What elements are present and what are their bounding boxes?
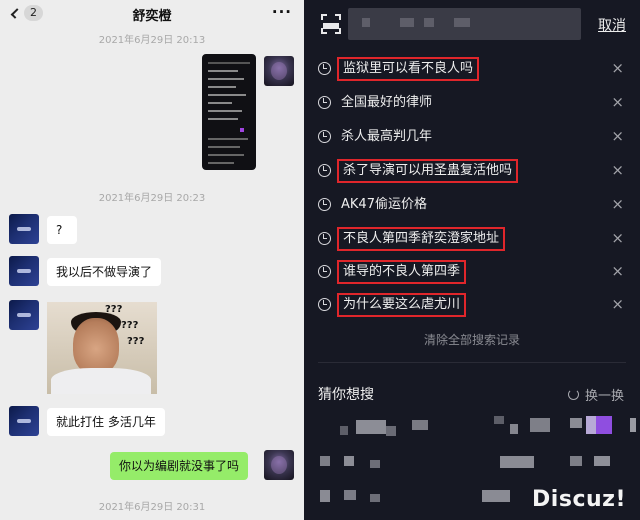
avatar-contact[interactable] [9,256,39,286]
avatar-self[interactable] [264,450,294,480]
meme-caption: ??? [127,336,145,347]
search-panel: 取消 监狱里可以看不良人吗 × 全国最好的律师 × 杀人最高判几年 × 杀了导演… [304,0,640,520]
avatar-contact[interactable] [9,300,39,330]
close-icon[interactable]: × [611,229,624,247]
message-bubble-self[interactable]: 你以为编剧就没事了吗 [110,452,249,480]
close-icon[interactable]: × [611,262,624,280]
screenshot-image-message[interactable] [202,54,256,170]
blurred-query [424,18,434,27]
clock-icon [318,298,331,311]
history-item[interactable]: 谁导的不良人第四季 × [304,257,640,287]
history-text: 杀人最高判几年 [341,129,433,144]
history-item[interactable]: 不良人第四季舒奕澄家地址 × [304,224,640,254]
close-icon[interactable]: × [611,195,624,213]
avatar-contact[interactable] [9,214,39,244]
suggestions-title: 猜你想搜 [318,387,374,403]
cancel-button[interactable]: 取消 [598,15,626,35]
watermark-logo: Discuz! [532,487,626,512]
history-text: 杀了导演可以用圣蛊复活他吗 [337,159,519,183]
avatar-contact[interactable] [9,406,39,436]
clear-history-button[interactable]: 清除全部搜索记录 [304,331,640,348]
history-text: 为什么要这么虐尤川 [337,293,467,317]
chat-header: 2 舒奕橙 ··· [0,0,304,26]
divider [318,362,626,363]
clock-icon [318,164,331,177]
refresh-icon [567,389,579,400]
close-icon[interactable]: × [611,59,624,77]
history-text: 不良人第四季舒奕澄家地址 [337,227,506,251]
close-icon[interactable]: × [611,93,624,111]
scan-icon[interactable] [321,14,341,34]
history-text: 谁导的不良人第四季 [337,260,467,284]
blurred-query [362,18,370,27]
refresh-button[interactable]: 换一换 [567,385,624,404]
clock-icon [318,198,331,211]
close-icon[interactable]: × [611,295,624,313]
clock-icon [318,62,331,75]
history-item[interactable]: 为什么要这么虐尤川 × [304,290,640,320]
blurred-query [454,18,470,27]
history-item[interactable]: 杀了导演可以用圣蛊复活他吗 × [304,156,640,186]
history-item[interactable]: 杀人最高判几年 × [304,122,640,152]
chat-panel: 2 舒奕橙 ··· 2021年6月29日 20:13 2021年6月29日 20… [0,0,304,520]
meme-caption: ??? [105,304,123,315]
clock-icon [318,130,331,143]
close-icon[interactable]: × [611,161,624,179]
history-item[interactable]: AK47偷运价格 × [304,190,640,220]
message-bubble[interactable]: 我以后不做导演了 [47,258,162,286]
more-options-icon[interactable]: ··· [272,3,292,21]
blurred-query [400,18,414,27]
timestamp: 2021年6月29日 20:31 [98,502,206,513]
clock-icon [318,232,331,245]
meme-caption: ??? [121,320,139,331]
history-text: AK47偷运价格 [341,197,427,212]
message-bubble[interactable]: ? [47,216,77,244]
history-text: 监狱里可以看不良人吗 [337,57,480,81]
timestamp: 2021年6月29日 20:23 [98,193,206,204]
message-bubble[interactable]: 就此打住 多活几年 [47,408,165,436]
history-text: 全国最好的律师 [341,95,433,110]
clock-icon [318,265,331,278]
close-icon[interactable]: × [611,127,624,145]
meme-image-message[interactable]: ??? ??? ??? [47,302,157,394]
history-item[interactable]: 监狱里可以看不良人吗 × [304,54,640,84]
avatar-self[interactable] [264,56,294,86]
chat-title: 舒奕橙 [132,9,172,24]
clock-icon [318,96,331,109]
refresh-label: 换一换 [584,389,624,404]
timestamp: 2021年6月29日 20:13 [98,35,206,46]
history-item[interactable]: 全国最好的律师 × [304,88,640,118]
